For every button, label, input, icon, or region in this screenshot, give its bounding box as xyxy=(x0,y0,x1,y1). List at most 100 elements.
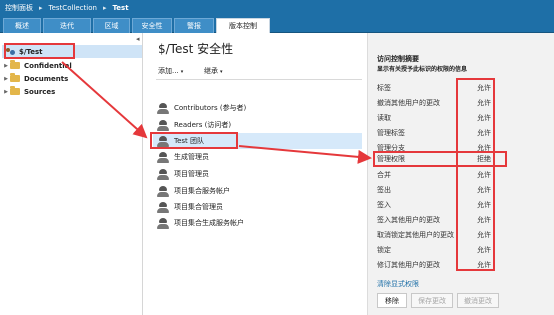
permission-row: 取消锁定其他用户的更改 允许 xyxy=(377,227,507,242)
permission-row: 读取 允许 xyxy=(377,110,507,125)
remove-button[interactable]: 移除 xyxy=(377,293,407,308)
breadcrumb-separator: ▸ xyxy=(39,4,43,12)
folder-icon xyxy=(10,60,20,69)
permission-row: 签出 允许 xyxy=(377,182,507,197)
group-icon xyxy=(157,201,169,213)
group-label: Readers (访问者) xyxy=(174,121,232,129)
add-identity-button[interactable]: 添加... ▾ xyxy=(158,66,183,76)
tab-alerts[interactable]: 警报 xyxy=(174,18,214,33)
group-icon xyxy=(157,102,169,114)
tab-bar: 概述 迭代 区域 安全性 警报 版本控制 xyxy=(0,16,554,33)
add-label: 添加... xyxy=(158,67,179,75)
group-label: 项目集合服务帐户 xyxy=(174,187,230,195)
permission-value[interactable]: 允许 xyxy=(473,113,507,123)
group-icon xyxy=(157,135,169,147)
expand-arrow-icon[interactable]: ▶ xyxy=(2,89,10,95)
tree-item-label: Confidential xyxy=(24,61,72,70)
breadcrumb-project[interactable]: Test xyxy=(112,4,128,12)
group-label: 项目集合生成服务帐户 xyxy=(174,219,244,227)
inherit-button[interactable]: 继承 ▾ xyxy=(204,66,223,76)
group-label: Contributors (参与者) xyxy=(174,104,247,112)
permission-row: 锁定 允许 xyxy=(377,242,507,257)
undo-changes-button[interactable]: 撤消更改 xyxy=(457,293,499,308)
permission-value[interactable]: 允许 xyxy=(473,170,507,180)
expand-arrow-icon[interactable]: ▶ xyxy=(2,63,10,69)
source-tree-panel: ◂ $/Test ▶ Confidential ▶ Documents ▶ So… xyxy=(0,33,143,315)
permission-name: 签出 xyxy=(377,185,391,194)
permission-name: 撤消其他用户的更改 xyxy=(377,98,440,107)
group-row-selected[interactable]: Test 团队 xyxy=(153,133,362,149)
permission-value[interactable]: 允许 xyxy=(473,185,507,195)
folder-icon xyxy=(10,73,20,82)
tab-areas[interactable]: 区域 xyxy=(93,18,130,33)
permission-name: 签入 xyxy=(377,200,391,209)
permission-name: 锁定 xyxy=(377,245,391,254)
group-icon xyxy=(157,168,169,180)
permission-value[interactable]: 允许 xyxy=(473,245,507,255)
breadcrumb-collection[interactable]: TestCollection xyxy=(49,4,97,12)
permission-name: 管理标签 xyxy=(377,128,405,137)
permissions-heading: 访问控制摘要 xyxy=(377,55,419,63)
permission-row: 签入其他用户的更改 允许 xyxy=(377,212,507,227)
group-icon xyxy=(157,185,169,197)
tree-item-root[interactable]: $/Test xyxy=(2,45,142,58)
tree-item-label: Documents xyxy=(24,74,69,83)
clear-explicit-permissions-link[interactable]: 清除显式权限 xyxy=(377,279,419,289)
group-label: 生成管理员 xyxy=(174,153,209,161)
permission-name: 取消锁定其他用户的更改 xyxy=(377,230,454,239)
group-row[interactable]: Readers (访问者) xyxy=(153,117,362,133)
permission-value[interactable]: 允许 xyxy=(473,200,507,210)
permission-name: 管理权限 xyxy=(377,154,405,163)
group-label: 项目集合管理员 xyxy=(174,203,223,211)
permissions-panel: 访问控制摘要 显示有关授予此标识的权限的信息 标签 允许 撤消其他用户的更改 允… xyxy=(367,33,554,315)
tree-item-confidential[interactable]: ▶ Confidential xyxy=(2,59,142,72)
repository-icon xyxy=(6,47,16,56)
group-icon xyxy=(157,151,169,163)
permission-value[interactable]: 拒绝 xyxy=(473,154,507,164)
tree-item-label: $/Test xyxy=(19,47,43,56)
expand-arrow-icon[interactable]: ▶ xyxy=(2,76,10,82)
permission-row: 撤消其他用户的更改 允许 xyxy=(377,95,507,110)
group-icon xyxy=(157,217,169,229)
permission-value[interactable]: 允许 xyxy=(473,260,507,270)
permission-row: 管理标签 允许 xyxy=(377,125,507,140)
permission-name: 读取 xyxy=(377,113,391,122)
permission-name: 修订其他用户的更改 xyxy=(377,260,440,269)
permissions-subheading: 显示有关授予此标识的权限的信息 xyxy=(377,66,468,73)
permission-row: 标签 允许 xyxy=(377,80,507,95)
group-row[interactable]: Contributors (参与者) xyxy=(153,100,362,116)
collapse-panel-icon[interactable]: ◂ xyxy=(136,35,140,43)
save-changes-button[interactable]: 保存更改 xyxy=(411,293,453,308)
chevron-down-icon: ▾ xyxy=(220,69,223,75)
permission-value[interactable]: 允许 xyxy=(473,230,507,240)
permission-value[interactable]: 允许 xyxy=(473,98,507,108)
permission-value[interactable]: 允许 xyxy=(473,215,507,225)
tree-item-sources[interactable]: ▶ Sources xyxy=(2,85,142,98)
page-title: $/Test 安全性 xyxy=(158,42,234,56)
tree-item-documents[interactable]: ▶ Documents xyxy=(2,72,142,85)
inherit-label: 继承 xyxy=(204,67,218,75)
permission-name: 合并 xyxy=(377,170,391,179)
group-row[interactable]: 项目集合服务帐户 xyxy=(153,183,362,199)
permission-value[interactable]: 允许 xyxy=(473,128,507,138)
tree-item-label: Sources xyxy=(24,87,56,96)
identities-panel: $/Test 安全性 添加... ▾ 继承 ▾ Contributors (参与者)… xyxy=(148,33,362,315)
tab-security[interactable]: 安全性 xyxy=(132,18,172,33)
group-row[interactable]: 项目集合管理员 xyxy=(153,199,362,215)
breadcrumb-control-panel[interactable]: 控制面板 xyxy=(5,3,33,13)
group-label: Test 团队 xyxy=(174,137,205,145)
group-row[interactable]: 生成管理员 xyxy=(153,149,362,165)
permission-value[interactable]: 允许 xyxy=(473,83,507,93)
group-row[interactable]: 项目集合生成服务帐户 xyxy=(153,215,362,231)
group-icon xyxy=(157,119,169,131)
breadcrumb-separator: ▸ xyxy=(102,4,107,12)
group-row[interactable]: 项目管理员 xyxy=(153,166,362,182)
tab-iterations[interactable]: 迭代 xyxy=(43,18,91,33)
toolbar-divider xyxy=(156,79,362,80)
permission-name: 签入其他用户的更改 xyxy=(377,215,440,224)
permission-row: 合并 允许 xyxy=(377,167,507,182)
tab-overview[interactable]: 概述 xyxy=(3,18,41,33)
permission-row-highlighted: 管理权限 拒绝 xyxy=(377,151,507,166)
permission-row: 签入 允许 xyxy=(377,197,507,212)
tab-version-control[interactable]: 版本控制 xyxy=(216,18,270,33)
